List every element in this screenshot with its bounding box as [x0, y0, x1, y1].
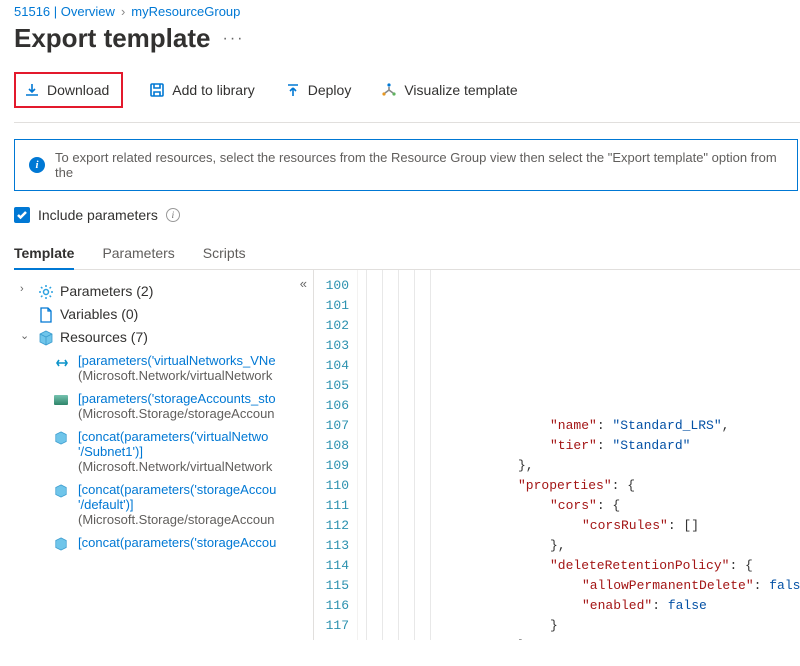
cube-icon	[54, 484, 70, 501]
line-number-gutter: 1001011021031041051061071081091101111121…	[314, 270, 358, 640]
info-banner: i To export related resources, select th…	[14, 139, 798, 191]
tree-variables-label: Variables (0)	[60, 306, 138, 322]
visualize-label: Visualize template	[404, 82, 517, 98]
help-icon[interactable]: i	[166, 208, 180, 222]
tab-parameters[interactable]: Parameters	[102, 237, 174, 269]
tree-resources-children: [parameters('virtualNetworks_VNe (Micros…	[14, 349, 307, 558]
tree-resources-label: Resources (7)	[60, 329, 148, 345]
download-icon	[24, 82, 40, 98]
visualize-template-button[interactable]: Visualize template	[377, 76, 521, 104]
tree-resource-item[interactable]: [concat(parameters('storageAccou	[54, 531, 307, 558]
info-icon: i	[29, 157, 45, 173]
save-icon	[149, 82, 165, 98]
tree-resource-item[interactable]: [concat(parameters('storageAccou '/defau…	[54, 478, 307, 531]
info-banner-text: To export related resources, select the …	[55, 150, 783, 180]
tree-resource-item[interactable]: [concat(parameters('virtualNetwo '/Subne…	[54, 425, 307, 478]
collapse-tree-button[interactable]: «	[300, 276, 307, 291]
add-to-library-button[interactable]: Add to library	[145, 76, 258, 104]
code-editor[interactable]: 1001011021031041051061071081091101111121…	[314, 270, 800, 640]
tree-resource-item[interactable]: [parameters('storageAccounts_sto (Micros…	[54, 387, 307, 425]
tree-resources-node[interactable]: ⌄ Resources (7)	[14, 326, 307, 349]
tree-parameters-node[interactable]: › Parameters (2)	[14, 280, 307, 303]
chevron-right-icon: ›	[121, 4, 125, 19]
download-button[interactable]: Download	[20, 76, 113, 104]
tab-template[interactable]: Template	[14, 237, 74, 269]
visualize-icon	[381, 82, 397, 98]
breadcrumb-link-overview[interactable]: 51516 | Overview	[14, 4, 115, 19]
cube-icon	[38, 330, 54, 346]
breadcrumb: 51516 | Overview › myResourceGroup	[14, 0, 800, 21]
page-title: Export template	[14, 23, 211, 54]
add-to-library-label: Add to library	[172, 82, 254, 98]
chevron-down-icon: ⌄	[20, 329, 32, 342]
gear-icon	[38, 284, 54, 300]
breadcrumb-link-resourcegroup[interactable]: myResourceGroup	[131, 4, 240, 19]
tree-variables-node[interactable]: Variables (0)	[14, 303, 307, 326]
deploy-button[interactable]: Deploy	[281, 76, 356, 104]
storage-icon	[54, 393, 70, 408]
tabs: Template Parameters Scripts	[14, 237, 800, 270]
chevron-right-icon: ›	[20, 283, 32, 295]
tree-resource-item[interactable]: [parameters('virtualNetworks_VNe (Micros…	[54, 349, 307, 387]
tree-parameters-label: Parameters (2)	[60, 283, 153, 299]
cube-icon	[54, 431, 70, 448]
deploy-icon	[285, 82, 301, 98]
include-parameters-label: Include parameters	[38, 207, 158, 223]
document-icon	[38, 307, 54, 323]
toolbar: Download Add to library Deploy Visualize…	[14, 72, 800, 123]
template-tree-pane: « › Parameters (2) Variables (0) ⌄	[14, 270, 314, 640]
deploy-label: Deploy	[308, 82, 352, 98]
include-parameters-checkbox[interactable]	[14, 207, 30, 223]
download-label: Download	[47, 82, 109, 98]
tab-scripts[interactable]: Scripts	[203, 237, 246, 269]
network-icon	[54, 355, 70, 374]
more-menu-button[interactable]: ···	[223, 30, 245, 48]
cube-icon	[54, 537, 70, 554]
